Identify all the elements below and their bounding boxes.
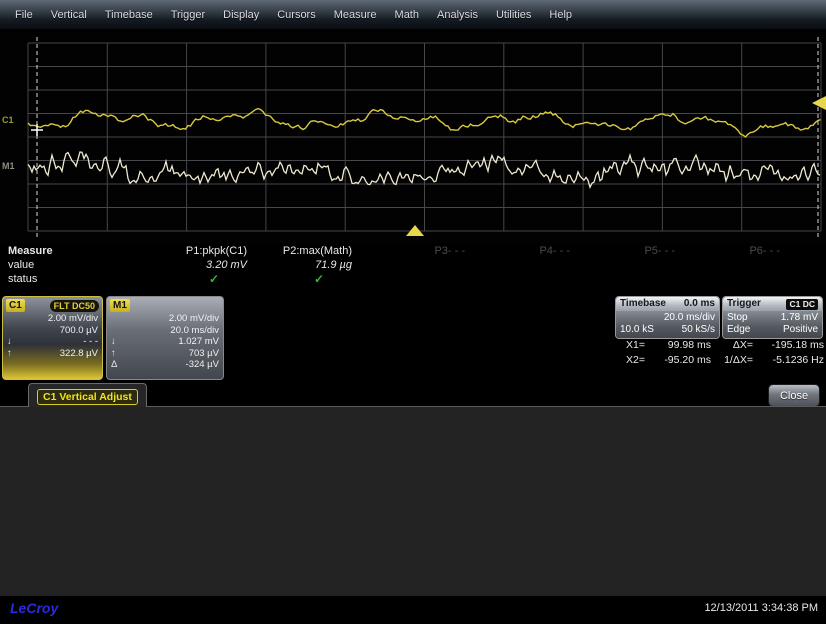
timebase-tdiv: 20.0 ms/div	[664, 312, 715, 324]
m1-descriptor-box[interactable]: M1 2.00 mV/div 20.0 ms/div ↓1.027 mV ↑70…	[106, 296, 224, 380]
menu-file[interactable]: File	[6, 5, 42, 25]
p1-label: P1:pkpk(C1)	[186, 245, 247, 257]
p2-label: P2:max(Math)	[283, 245, 352, 257]
vertical-adjust-dialog: Trace On ✓ Volts/div 2.00 mV ▲ Variable …	[0, 406, 826, 596]
waveform-display[interactable]: C1 M1	[0, 33, 826, 243]
trigger-slope: Positive	[783, 324, 818, 336]
oscilloscope-screen: File Vertical Timebase Trigger Display C…	[0, 0, 826, 624]
p1-value: 3.20 mV	[206, 259, 247, 271]
c1-cursor2: 322.8 µV	[17, 348, 98, 360]
p4-label: P4- - -	[539, 245, 570, 257]
c1-descriptor-box[interactable]: C1 FLT DC50 2.00 mV/div 700.0 µV ↓- - - …	[2, 296, 103, 380]
timebase-samples: 10.0 kS	[620, 324, 654, 336]
c1-filter-badge: FLT DC50	[50, 300, 99, 312]
menu-bar: File Vertical Timebase Trigger Display C…	[0, 0, 826, 30]
value-row-label: value	[8, 259, 34, 271]
m1-trace-label: M1	[2, 161, 15, 171]
cursor-up-icon: ↑	[111, 348, 121, 360]
trigger-mode: Stop	[727, 312, 748, 324]
datetime-display: 12/13/2011 3:34:38 PM	[704, 602, 818, 614]
timebase-title: Timebase	[620, 298, 666, 310]
p3-label: P3- - -	[434, 245, 465, 257]
p2-value: 71.9 µg	[315, 259, 352, 271]
trigger-type: Edge	[727, 324, 750, 336]
c1-badge: C1	[6, 299, 25, 312]
p1-status-check-icon: ✓	[209, 272, 219, 286]
timebase-box[interactable]: Timebase 0.0 ms 20.0 ms/div 10.0 kS 50 kS…	[615, 296, 720, 339]
cursor-up-icon: ↑	[7, 348, 17, 360]
c1-trace-label: C1	[2, 115, 14, 125]
measure-row-label: Measure	[8, 245, 53, 257]
trigger-level: 1.78 mV	[781, 312, 818, 324]
menu-display[interactable]: Display	[214, 5, 268, 25]
m1-vdiv: 2.00 mV/div	[121, 313, 219, 325]
x1-value: 99.98 ms	[645, 338, 711, 353]
p5-label: P5- - -	[644, 245, 675, 257]
menu-help[interactable]: Help	[540, 5, 581, 25]
menu-timebase[interactable]: Timebase	[96, 5, 162, 25]
trigger-title: Trigger	[727, 298, 761, 310]
cursor-down-icon: ↓	[111, 336, 121, 348]
delta-icon: Δ	[111, 359, 121, 371]
waveform-grid	[0, 33, 826, 243]
menu-trigger[interactable]: Trigger	[162, 5, 214, 25]
x1-label: X1=	[612, 338, 645, 353]
x2-value: -95.20 ms	[645, 353, 711, 368]
m1-tdiv: 20.0 ms/div	[121, 325, 219, 337]
m1-cursor2: 703 µV	[121, 348, 219, 360]
dx-value: -195.18 ms	[753, 338, 824, 353]
m1-cursor1: 1.027 mV	[121, 336, 219, 348]
close-button[interactable]: Close	[768, 384, 820, 407]
menu-analysis[interactable]: Analysis	[428, 5, 487, 25]
menu-vertical[interactable]: Vertical	[42, 5, 96, 25]
timebase-value: 0.0 ms	[684, 298, 715, 310]
inv-dx-label: 1/ΔX=	[711, 353, 753, 368]
menu-cursors[interactable]: Cursors	[268, 5, 325, 25]
status-row-label: status	[8, 273, 37, 285]
m1-delta: -324 µV	[121, 359, 219, 371]
p6-label: P6- - -	[749, 245, 780, 257]
cursor-readouts: X1= 99.98 ms ΔX= -195.18 ms X2= -95.20 m…	[612, 338, 824, 368]
inv-dx-value: -5.1236 Hz	[753, 353, 824, 368]
timebase-rate: 50 kS/s	[682, 324, 715, 336]
dx-label: ΔX=	[711, 338, 753, 353]
c1-vdiv: 2.00 mV/div	[17, 313, 98, 325]
menu-utilities[interactable]: Utilities	[487, 5, 540, 25]
m1-badge: M1	[110, 299, 130, 312]
p2-status-check-icon: ✓	[314, 272, 324, 286]
measure-panel: Measure value status P1:pkpk(C1) 3.20 mV…	[0, 243, 826, 295]
menu-math[interactable]: Math	[386, 5, 428, 25]
trigger-box[interactable]: Trigger C1 DC Stop 1.78 mV Edge Positive	[722, 296, 823, 339]
x2-label: X2=	[612, 353, 645, 368]
trigger-source-badge: C1 DC	[786, 299, 818, 310]
cursor-down-icon: ↓	[7, 336, 17, 348]
lecroy-logo: LeCroy	[10, 600, 58, 616]
menu-measure[interactable]: Measure	[325, 5, 386, 25]
c1-offset: 700.0 µV	[17, 325, 98, 337]
tab-label: C1 Vertical Adjust	[37, 389, 138, 405]
c1-cursor1: - - -	[17, 336, 98, 348]
tab-c1-vertical-adjust[interactable]: C1 Vertical Adjust	[28, 383, 147, 407]
